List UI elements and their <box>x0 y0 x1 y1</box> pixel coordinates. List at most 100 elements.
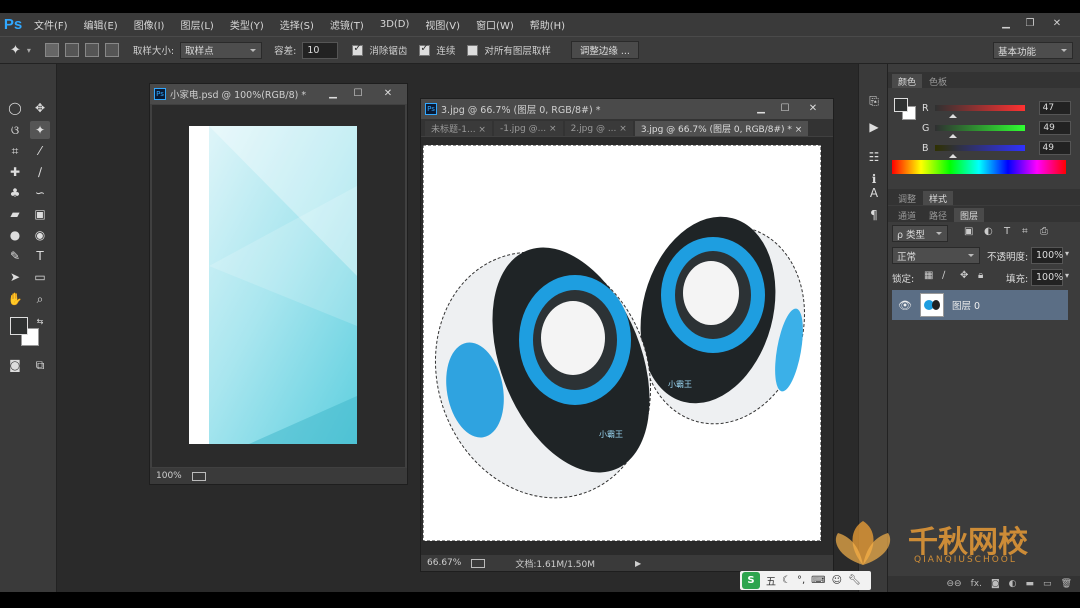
sogou-logo-icon[interactable]: S <box>742 572 760 589</box>
filter-type-icon[interactable]: T <box>1004 226 1010 237</box>
history-panel-icon[interactable]: ⎘ <box>864 92 884 110</box>
pen-icon[interactable]: ✎ <box>5 247 25 265</box>
screen-mode-icon[interactable]: ⧉ <box>30 356 50 374</box>
add-mask-icon[interactable]: ◙ <box>991 579 1000 589</box>
doc1-title-bar[interactable]: Ps 小家电.psd @ 100%(RGB/8) * ▁ ☐ ✕ <box>150 84 407 104</box>
doc1-minimize-button[interactable]: ▁ <box>321 86 345 101</box>
lasso-icon[interactable]: ଓ <box>5 121 25 139</box>
doc2-maximize-button[interactable]: ☐ <box>773 101 797 116</box>
subtract-selection-icon[interactable] <box>84 43 99 57</box>
restore-button[interactable]: ❐ <box>1019 13 1041 33</box>
swap-colors-icon[interactable]: ⇆ <box>30 312 50 330</box>
blue-slider[interactable] <box>934 145 1025 158</box>
lock-all-icon[interactable]: 🔒︎ <box>978 270 983 281</box>
menu-filter[interactable]: 滤镜(T) <box>322 17 372 32</box>
close-button[interactable]: ✕ <box>1046 13 1068 33</box>
minimize-button[interactable]: ▁ <box>995 13 1017 33</box>
crop-icon[interactable]: ⌗ <box>5 142 25 160</box>
filter-pixel-icon[interactable]: ▣ <box>964 226 973 237</box>
tolerance-input[interactable]: 10 <box>302 41 339 59</box>
doc2-canvas-area[interactable]: 小霸王 小霸王 <box>421 137 833 555</box>
color-spectrum[interactable] <box>892 160 1066 174</box>
zoom-tool-icon[interactable]: ⌕ <box>30 290 50 308</box>
gradient-icon[interactable]: ▣ <box>30 205 50 223</box>
magic-wand-icon[interactable]: ✦ <box>30 121 50 139</box>
move-tool-icon[interactable]: ✥ <box>30 99 50 117</box>
doc2-title-bar[interactable]: Ps 3.jpg @ 66.7% (图层 0, RGB/8#) * ▁ ☐ ✕ <box>421 99 833 119</box>
filter-smart-icon[interactable]: ⎙ <box>1040 226 1048 237</box>
lock-position-icon[interactable]: ✥ <box>960 270 968 281</box>
fill-chevron-icon[interactable]: ▾ <box>1065 271 1069 280</box>
menu-image[interactable]: 图像(I) <box>126 17 173 32</box>
doc2-info-icon[interactable] <box>471 558 486 568</box>
doc2-status-menu-icon[interactable]: ▶ <box>635 559 641 568</box>
menu-select[interactable]: 选择(S) <box>272 17 322 32</box>
quick-mask-icon[interactable]: ◙ <box>5 356 25 374</box>
refine-edge-button[interactable]: 调整边缘 ... <box>570 41 639 59</box>
doc1-maximize-button[interactable]: ☐ <box>346 86 370 101</box>
layer-thumbnail[interactable] <box>919 293 944 317</box>
tab-layers[interactable]: 图层 <box>954 208 985 222</box>
doc1-close-button[interactable]: ✕ <box>376 86 400 101</box>
menu-view[interactable]: 视图(V) <box>417 17 468 32</box>
path-selection-icon[interactable]: ➤ <box>5 268 25 286</box>
tool-preset-chevron-icon[interactable]: ▾ <box>27 46 31 55</box>
blend-mode-dropdown[interactable]: 正常 <box>892 247 980 264</box>
doc2-close-button[interactable]: ✕ <box>801 101 825 116</box>
actions-panel-icon[interactable]: ▶ <box>864 118 884 136</box>
filter-shape-icon[interactable]: ⌗ <box>1022 226 1028 237</box>
ellipse-marquee-icon[interactable]: ◯ <box>5 99 25 117</box>
tab-paths[interactable]: 路径 <box>923 208 953 222</box>
layer-row[interactable]: 👁︎ 图层 0 <box>892 290 1068 320</box>
tab-untitled-1[interactable]: 未标题-1... × <box>425 121 492 136</box>
properties-panel-icon[interactable]: ☷ <box>864 148 884 166</box>
tab-2-jpg[interactable]: 2.jpg @ ... × <box>564 121 633 136</box>
menu-window[interactable]: 窗口(W) <box>468 17 522 32</box>
keyboard-icon[interactable]: ⌨ <box>811 575 825 586</box>
sample-all-layers-checkbox[interactable] <box>467 44 479 56</box>
doc1-zoom[interactable]: 100% <box>156 471 182 481</box>
paragraph-panel-icon[interactable]: ¶ <box>864 206 884 224</box>
doc1-canvas-area[interactable] <box>152 105 405 467</box>
menu-file[interactable]: 文件(F) <box>26 17 76 32</box>
panel-fg-swatch[interactable] <box>894 98 908 112</box>
opacity-input[interactable]: 100% <box>1031 247 1063 264</box>
dodge-icon[interactable]: ◉ <box>30 226 50 244</box>
history-brush-icon[interactable]: ∽ <box>30 184 50 202</box>
visibility-eye-icon[interactable]: 👁︎ <box>898 299 912 312</box>
tab-3-jpg[interactable]: 3.jpg @ 66.7% (图层 0, RGB/8#) * × <box>634 121 809 136</box>
link-layers-icon[interactable]: ⊖⊖ <box>946 579 961 589</box>
new-selection-icon[interactable] <box>44 43 59 57</box>
sample-size-dropdown[interactable]: 取样点 <box>180 41 263 59</box>
settings-wrench-icon[interactable]: 🔧︎ <box>848 575 861 586</box>
rectangle-tool-icon[interactable]: ▭ <box>30 268 50 286</box>
new-adjustment-icon[interactable]: ◐ <box>1009 579 1017 589</box>
green-value[interactable]: 49 <box>1039 121 1072 135</box>
menu-layer[interactable]: 图层(L) <box>172 17 221 32</box>
fill-input[interactable]: 100% <box>1031 269 1063 286</box>
tab-channels[interactable]: 通道 <box>892 208 922 222</box>
tab-1-jpg[interactable]: -1.jpg @... × <box>493 121 563 136</box>
menu-help[interactable]: 帮助(H) <box>522 17 573 32</box>
new-group-icon[interactable]: ▬ <box>1026 579 1035 589</box>
character-panel-icon[interactable]: A <box>864 184 884 202</box>
green-slider[interactable] <box>935 125 1026 138</box>
add-selection-icon[interactable] <box>64 43 79 57</box>
magic-wand-tool-icon[interactable]: ✦ <box>10 43 21 58</box>
delete-layer-icon[interactable]: 🗑︎ <box>1061 579 1072 589</box>
tab-styles[interactable]: 样式 <box>923 191 954 205</box>
doc1-info-icon[interactable] <box>191 471 206 481</box>
lock-pixels-icon[interactable]: ▦ <box>924 270 933 281</box>
user-icon[interactable]: ☺ <box>832 575 842 586</box>
type-tool-icon[interactable]: T <box>30 247 50 265</box>
lock-paint-icon[interactable]: ∕ <box>942 270 945 281</box>
blue-value[interactable]: 49 <box>1038 141 1071 155</box>
ime-mode[interactable]: 五 <box>766 573 776 588</box>
blur-icon[interactable]: ● <box>5 226 25 244</box>
eyedropper-icon[interactable]: ⁄ <box>30 142 50 160</box>
menu-3d[interactable]: 3D(D) <box>372 19 418 30</box>
opacity-chevron-icon[interactable]: ▾ <box>1065 249 1069 258</box>
antialias-checkbox[interactable] <box>352 43 364 56</box>
eraser-icon[interactable]: ▰ <box>5 205 25 223</box>
doc2-minimize-button[interactable]: ▁ <box>749 101 773 116</box>
